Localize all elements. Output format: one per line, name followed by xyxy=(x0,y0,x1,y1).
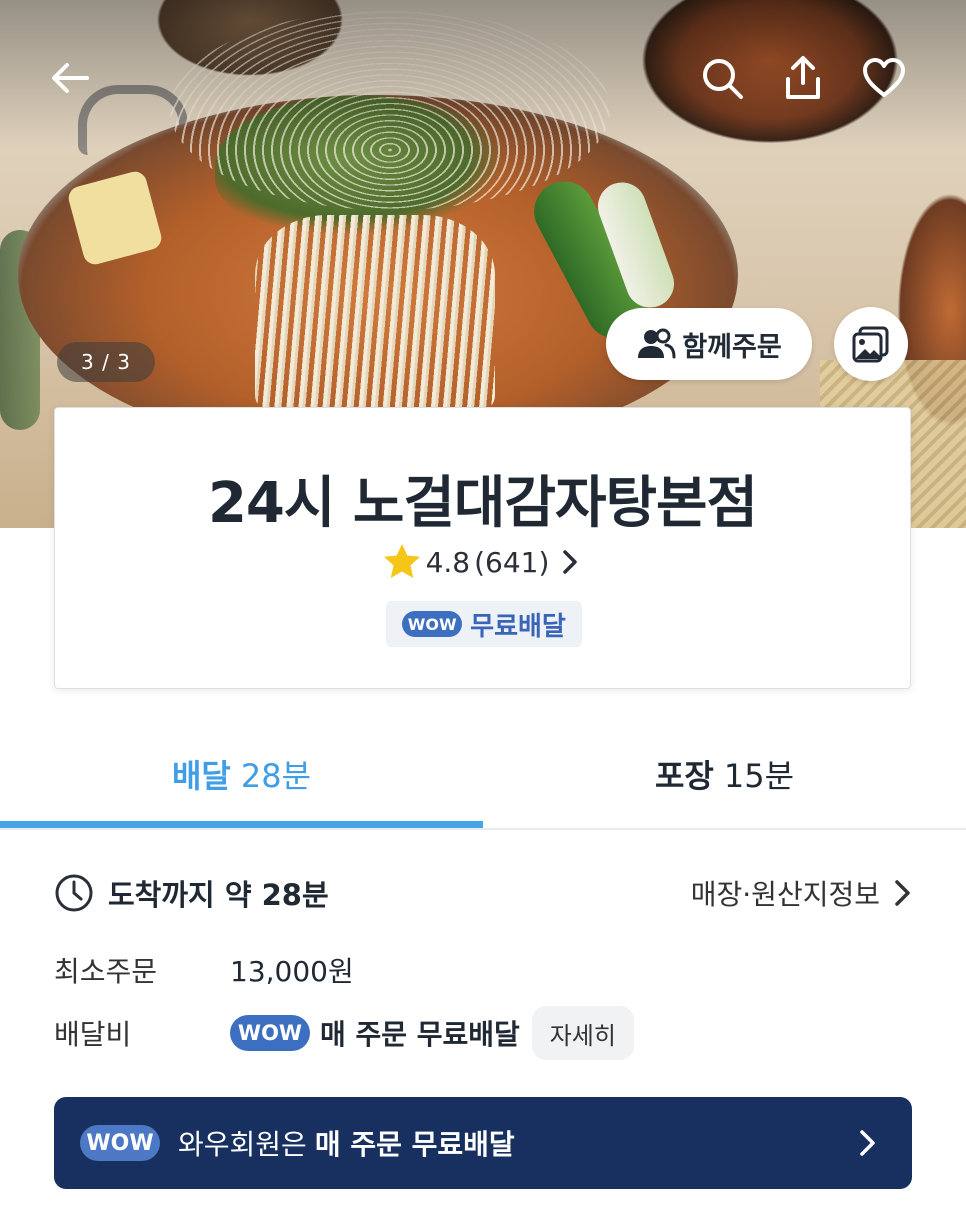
review-count: (641) xyxy=(474,545,550,579)
tab-pickup-label: 포장 xyxy=(654,757,714,795)
back-arrow-icon xyxy=(52,63,89,93)
rating-value: 4.8 xyxy=(425,545,471,579)
delivery-fee-value: 매 주문 무료배달 xyxy=(320,1018,520,1051)
banner-lead-text: 와우회원은 xyxy=(178,1128,307,1161)
delivery-fee-row: 배달비 WOW 매 주문 무료배달 자세히 xyxy=(54,1006,916,1060)
wow-badge: WOW xyxy=(230,1015,310,1051)
banner-strong-text: 매 주문 무료배달 xyxy=(314,1128,515,1161)
chevron-right-icon xyxy=(895,880,910,906)
star-icon xyxy=(383,544,420,578)
search-icon xyxy=(703,59,743,99)
share-icon xyxy=(786,56,820,99)
chevron-right-icon xyxy=(563,550,578,574)
heart-icon xyxy=(863,58,905,97)
store-card: 24시 노걸대감자탕본점 4.8 (641) WOW 무료배달 xyxy=(54,407,911,689)
group-order-label: 함께주문 xyxy=(682,331,782,363)
back-button[interactable] xyxy=(44,52,96,104)
min-order-value: 13,000원 xyxy=(230,955,354,988)
rating-link[interactable]: 4.8 (641) xyxy=(55,542,910,582)
photo-icon xyxy=(852,326,889,363)
fee-detail-button[interactable]: 자세히 xyxy=(531,1006,634,1060)
tab-pickup[interactable]: 포장 15분 xyxy=(483,720,966,828)
min-order-label: 최소주문 xyxy=(54,955,158,988)
share-button[interactable] xyxy=(777,52,829,104)
wow-membership-banner[interactable]: WOW 와우회원은 매 주문 무료배달 xyxy=(54,1097,912,1189)
group-order-button[interactable]: 함께주문 xyxy=(606,308,812,380)
tab-delivery-label: 배달 xyxy=(171,757,231,795)
wow-badge: WOW xyxy=(80,1125,160,1161)
free-delivery-label: 무료배달 xyxy=(470,611,566,642)
store-info-link[interactable]: 매장·원산지정보 xyxy=(691,873,916,913)
wow-badge: WOW xyxy=(402,611,463,637)
hero-decoration xyxy=(255,215,495,415)
search-button[interactable] xyxy=(696,52,748,104)
tab-delivery[interactable]: 배달 28분 xyxy=(0,720,483,828)
photo-review-button[interactable] xyxy=(834,307,908,381)
eta-text: 도착까지 약 28분 xyxy=(108,878,329,912)
min-order-row: 최소주문 13,000원 xyxy=(54,948,916,992)
tab-delivery-time: 28분 xyxy=(240,757,312,795)
active-tab-indicator xyxy=(0,821,483,828)
delivery-fee-label: 배달비 xyxy=(54,1018,132,1051)
store-name: 24시 노걸대감자탕본점 xyxy=(207,471,758,536)
image-pager: 3 / 3 xyxy=(57,342,155,382)
chevron-right-icon xyxy=(860,1130,875,1156)
tab-pickup-time: 15분 xyxy=(723,757,795,795)
order-type-tabs: 배달 28분 포장 15분 xyxy=(0,720,966,830)
people-icon xyxy=(638,328,676,359)
free-delivery-badge: WOW 무료배달 xyxy=(386,601,582,647)
eta-row: 도착까지 약 28분 매장·원산지정보 xyxy=(54,870,916,916)
favorite-button[interactable] xyxy=(858,52,910,104)
clock-icon xyxy=(55,874,93,912)
store-info-label: 매장·원산지정보 xyxy=(690,878,880,911)
